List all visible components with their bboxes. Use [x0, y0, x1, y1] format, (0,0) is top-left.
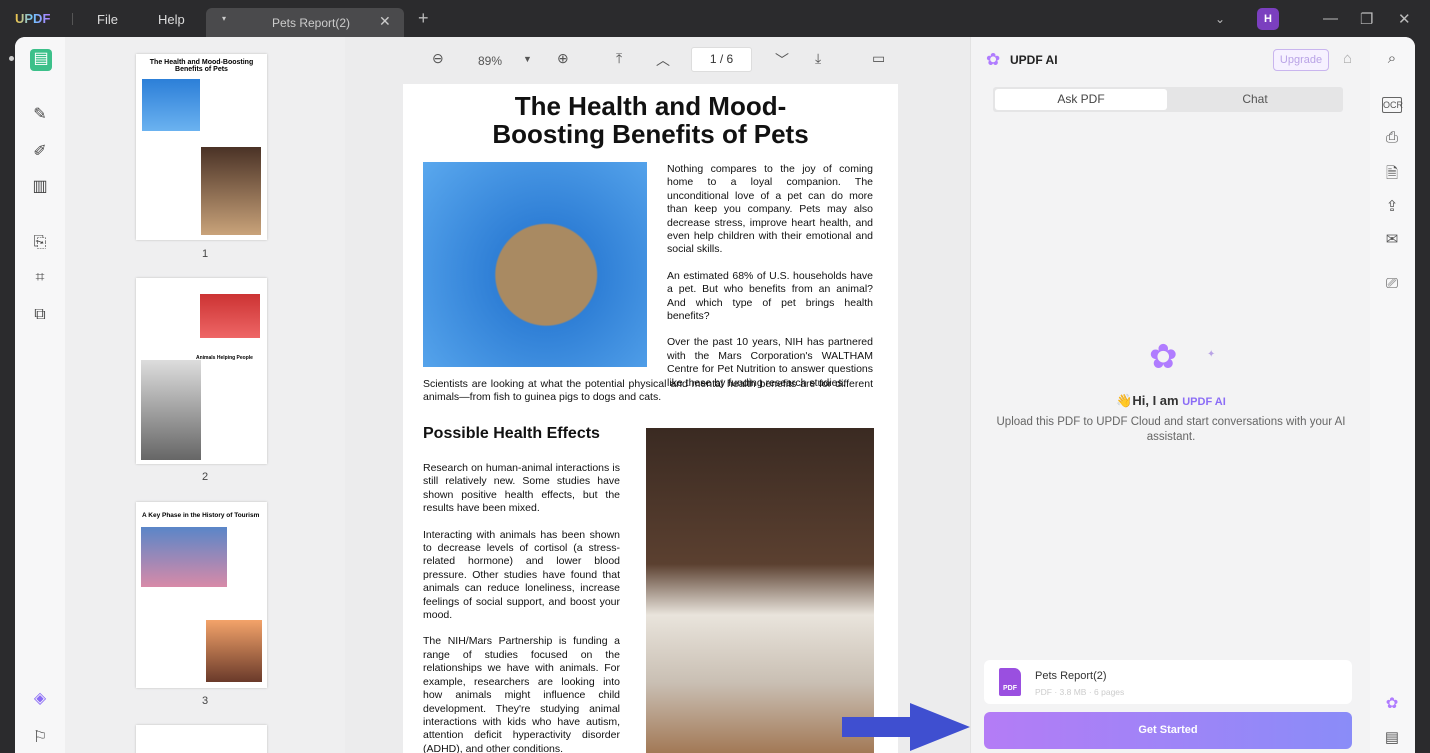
first-page-icon[interactable]: ⤒ [616, 50, 622, 67]
close-tab-icon[interactable]: ✕ [379, 13, 391, 30]
zoom-level[interactable]: 89% [478, 54, 502, 68]
body-paragraph: Scientists are looking at what the poten… [423, 378, 873, 405]
intro-paragraph: An estimated 68% of U.S. households have… [667, 270, 873, 324]
document-tab[interactable]: ▾ Pets Report(2) ✕ [206, 8, 404, 37]
thumbnail-title: A Key Phase in the History of Tourism [136, 502, 267, 519]
thumbnail-title: The Health and Mood-Boosting Benefits of… [136, 54, 267, 73]
next-page-icon[interactable]: ﹀ [775, 50, 789, 70]
menu-help[interactable]: Help [158, 12, 185, 27]
section-paragraph: Research on human-animal interactions is… [423, 462, 620, 516]
thumbnail-page-1[interactable]: The Health and Mood-Boosting Benefits of… [136, 54, 267, 240]
updf-ai-logo-icon: ✿ [986, 50, 1000, 70]
file-card: PDF Pets Report(2) PDF · 3.8 MB · 6 page… [984, 660, 1352, 704]
workspace: ▤ ✎ ✐ ▥ ⎘ ⌗ ⧉ ◈ ⚐ The Health and Mood-Bo… [15, 37, 1415, 753]
document-title: The Health and Mood-Boosting Benefits of… [403, 92, 898, 148]
prev-page-icon[interactable]: ︿ [656, 50, 670, 70]
arrow-annotation-icon [842, 703, 970, 751]
comments-icon[interactable]: ▤ [1382, 728, 1402, 746]
crop-icon[interactable]: ⌗ [30, 268, 50, 288]
email-icon[interactable]: ✉ [1382, 230, 1402, 248]
minimize-icon[interactable]: — [1323, 10, 1338, 27]
thumbnail-panel: The Health and Mood-Boosting Benefits of… [65, 37, 345, 753]
ai-title: UPDF AI [1010, 53, 1058, 67]
thumbnail-page-2[interactable]: Animals Helping People [136, 278, 267, 464]
left-toolbar: ▤ ✎ ✐ ▥ ⎘ ⌗ ⧉ ◈ ⚐ [15, 37, 65, 753]
dog-and-cat-image [646, 428, 874, 753]
thumbnail-page-number: 2 [195, 471, 215, 483]
presentation-icon[interactable]: ▭ [872, 50, 885, 67]
tab-ask-pdf[interactable]: Ask PDF [995, 89, 1167, 110]
clear-icon[interactable]: ⌂ [1343, 50, 1352, 67]
restore-icon[interactable]: ❐ [1360, 10, 1373, 28]
save-icon[interactable]: ⎚ [1382, 275, 1402, 292]
intro-paragraph: Nothing compares to the joy of coming ho… [667, 163, 873, 257]
ai-tabs: Ask PDF Chat [993, 87, 1343, 112]
page-number-input[interactable]: 1 / 6 [691, 47, 752, 72]
right-toolbar: ⌕ OCR ⎙ 🗎 ⇪ ✉ ⎚ ✿ ▤ [1370, 37, 1415, 753]
section-paragraph: The NIH/Mars Partnership is funding a ra… [423, 635, 620, 753]
thumbnail-page-number: 3 [195, 695, 215, 707]
reader-icon[interactable]: ▤ [30, 49, 52, 71]
sparkle-icon: ✦ [1207, 349, 1215, 360]
zoom-out-icon[interactable]: ⊖ [432, 50, 444, 67]
file-name: Pets Report(2) [1035, 670, 1107, 682]
greeting-brand: UPDF AI [1182, 396, 1226, 408]
search-icon[interactable]: ⌕ [1382, 50, 1402, 67]
updf-logo: UPDF [15, 11, 50, 26]
layers-icon[interactable]: ◈ [30, 689, 50, 709]
avatar[interactable]: H [1257, 8, 1279, 30]
panel-handle[interactable] [9, 56, 14, 61]
pdf-file-icon: PDF [999, 668, 1021, 696]
tab-chat[interactable]: Chat [1169, 89, 1341, 110]
section-heading: Possible Health Effects [423, 425, 600, 443]
convert-icon[interactable]: ⎙ [1382, 129, 1402, 146]
compare-icon[interactable]: ⧉ [30, 305, 50, 325]
ai-panel: ✿ UPDF AI Upgrade ⌂ Ask PDF Chat ✿ ✦ 👋Hi… [970, 37, 1370, 753]
upgrade-button[interactable]: Upgrade [1273, 49, 1329, 71]
form-icon[interactable]: ▥ [30, 177, 50, 197]
bookmark-icon[interactable]: ⚐ [30, 728, 50, 748]
get-started-button[interactable]: Get Started [984, 712, 1352, 749]
tab-dropdown-icon[interactable]: ▾ [222, 14, 226, 23]
file-meta: PDF · 3.8 MB · 6 pages [1035, 687, 1124, 697]
thumbnail-title: Animals Helping People [196, 355, 253, 361]
updf-ai-icon[interactable]: ✿ [1382, 694, 1402, 712]
thumbnail-page-3[interactable]: A Key Phase in the History of Tourism [136, 502, 267, 688]
title-bar: UPDF File Help ▾ Pets Report(2) ✕ + ⌄ H … [0, 0, 1430, 37]
ocr-icon[interactable]: OCR [1382, 97, 1402, 113]
organize-icon[interactable]: ⎘ [30, 233, 50, 253]
cat-image [423, 162, 647, 367]
pdf-page: The Health and Mood-Boosting Benefits of… [403, 84, 898, 753]
protect-icon[interactable]: 🗎 [1382, 163, 1402, 188]
close-window-icon[interactable]: ✕ [1398, 10, 1411, 28]
last-page-icon[interactable]: ⤓ [815, 50, 821, 67]
zoom-dropdown-icon[interactable]: ▼ [523, 54, 532, 64]
thumbnail-page-4[interactable] [136, 725, 267, 753]
edit-icon[interactable]: ✐ [30, 142, 50, 162]
section-paragraph: Interacting with animals has been shown … [423, 529, 620, 623]
ai-mascot-icon: ✿ [1149, 337, 1178, 377]
thumbnail-page-number: 1 [195, 248, 215, 260]
new-tab-icon[interactable]: + [418, 8, 429, 29]
ai-description: Upload this PDF to UPDF Cloud and start … [996, 415, 1346, 445]
chevron-down-icon[interactable]: ⌄ [1215, 12, 1225, 26]
document-viewer: ⊖ 89% ▼ ⊕ ⤒ ︿ 1 / 6 ﹀ ⤓ ▭ The Health and… [345, 37, 970, 753]
menu-file[interactable]: File [97, 12, 118, 27]
comment-icon[interactable]: ✎ [30, 105, 50, 125]
tab-title: Pets Report(2) [272, 16, 350, 30]
zoom-in-icon[interactable]: ⊕ [557, 50, 569, 67]
greeting-text: 👋Hi, I am [1116, 393, 1182, 408]
share-icon[interactable]: ⇪ [1382, 197, 1402, 215]
ai-greeting: 👋Hi, I am UPDF AI [971, 393, 1371, 409]
